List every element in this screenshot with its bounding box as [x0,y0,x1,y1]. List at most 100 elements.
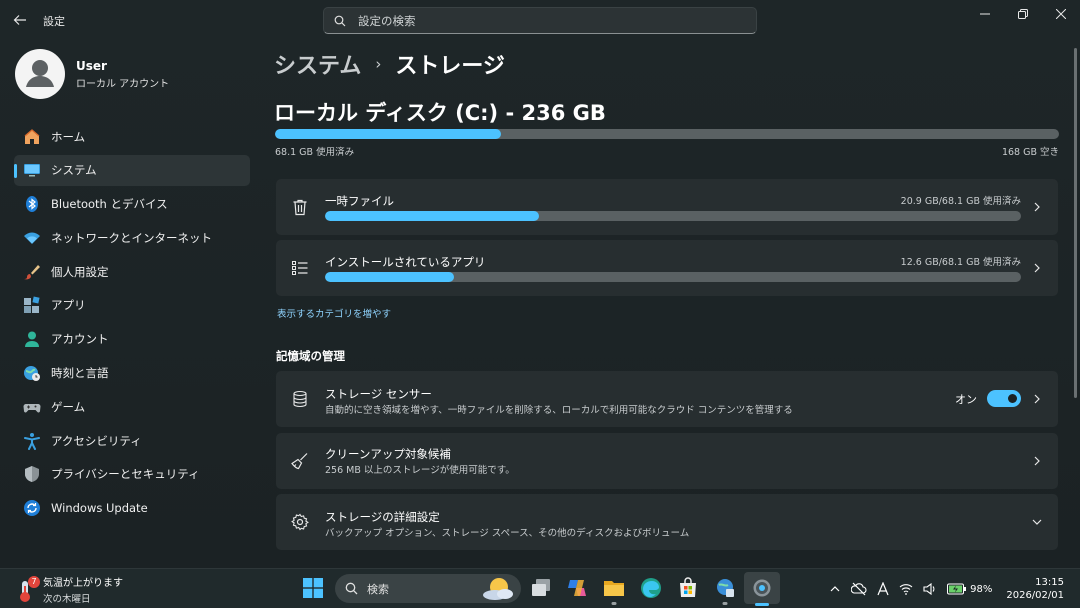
user-avatar-icon [26,60,54,87]
storage-sense-card[interactable]: ストレージ センサー 自動的に空き領域を増やす、一時ファイルを削除する、ローカル… [276,371,1058,427]
clock-time: 13:15 [1035,577,1064,588]
sidebar-nav: ホーム システム Bluetooth とデバイス ネットワークとインターネット … [14,121,250,527]
category-title: インストールされているアプリ [325,255,486,269]
chevron-right-icon [1030,392,1044,406]
settings-gear-icon [753,579,771,597]
profile-name: User [76,58,107,73]
advanced-settings-title: ストレージの詳細設定 [325,510,440,524]
wifi-icon [899,584,913,595]
disk-used-label: 68.1 GB 使用済み [275,147,355,158]
sidebar-item-label: アカウント [51,332,109,347]
taskbar-search-label: 検索 [367,582,389,596]
search-icon [334,15,346,26]
tray-overflow-button[interactable] [829,583,841,595]
taskbar-app-file-viewer[interactable] [529,576,553,600]
app-list-icon [290,258,310,278]
sidebar-item-apps[interactable]: アプリ [14,290,250,321]
tray-battery[interactable]: 98% [947,583,992,595]
edge-browser-icon [641,578,661,598]
sidebar-item-accessibility[interactable]: アクセシビリティ [14,425,250,456]
cleanup-title: クリーンアップ対象候補 [325,447,451,461]
disk-usage-fill [275,129,501,139]
taskbar-app-control-panel[interactable] [713,576,737,605]
tray-volume[interactable] [923,583,937,595]
broom-icon [290,451,310,471]
sidebar-item-personalization[interactable]: 個人用設定 [14,256,250,287]
weather-widget[interactable]: 7 気温が上がります 次の木曜日 [16,574,123,605]
accessibility-icon [23,432,41,450]
tray-wifi[interactable] [899,583,913,595]
tray-input-indicator[interactable] [877,582,889,596]
globe-clock-icon [23,364,41,382]
apps-icon [23,296,41,314]
battery-charging-icon [947,583,967,595]
shield-icon [23,465,41,483]
close-button[interactable] [1042,0,1080,28]
store-icon [680,577,696,597]
category-usage-fill [325,211,539,221]
taskbar-app-store[interactable] [676,576,700,600]
settings-search-box[interactable] [323,7,757,34]
sidebar-item-label: 時刻と言語 [51,366,109,381]
user-profile[interactable]: User ローカル アカウント [15,49,169,99]
system-icon [23,161,41,179]
weather-sun-cloud-icon [483,578,513,600]
cleanup-recommendations-card[interactable]: クリーンアップ対象候補 256 MB 以上のストレージが使用可能です。 [276,433,1058,489]
windows-logo-icon [303,578,323,598]
start-button[interactable] [303,578,323,598]
brush-icon [23,263,41,281]
sidebar-item-label: プライバシーとセキュリティ [51,467,200,482]
sidebar-item-privacy-security[interactable]: プライバシーとセキュリティ [14,459,250,490]
storage-sense-icon [290,389,310,409]
clock-date: 2026/02/01 [1006,590,1064,601]
category-card-temp-files[interactable]: 一時ファイル 20.9 GB/68.1 GB 使用済み [276,179,1058,235]
sidebar-item-gaming[interactable]: ゲーム [14,391,250,422]
window-stack-icon [532,579,550,596]
taskbar-app-file-explorer[interactable] [602,576,626,605]
sidebar-item-system[interactable]: システム [14,154,250,186]
taskbar-app-settings[interactable] [744,572,780,606]
sidebar-item-label: アクセシビリティ [51,433,142,448]
sidebar-item-label: ホーム [51,129,86,144]
breadcrumb-parent[interactable]: システム [274,48,361,80]
sidebar-item-time-language[interactable]: 時刻と言語 [14,358,250,389]
taskbar-clock[interactable]: 13:15 2026/02/01 [1006,577,1064,601]
category-card-installed-apps[interactable]: インストールされているアプリ 12.6 GB/68.1 GB 使用済み [276,240,1058,296]
taskbar-app-copilot[interactable] [565,576,589,600]
breadcrumb-separator: › [375,55,382,73]
taskbar-app-edge[interactable] [639,576,663,600]
chevron-right-icon [1030,200,1044,214]
advanced-storage-settings-card[interactable]: ストレージの詳細設定 バックアップ オプション、ストレージ スペース、その他のデ… [276,494,1058,550]
gear-icon [290,512,310,532]
sidebar-item-home[interactable]: ホーム [14,121,250,152]
weather-badge: 7 [28,575,40,588]
disk-title: ローカル ディスク (C:) - 236 GB [274,101,606,125]
show-more-categories-link[interactable]: 表示するカテゴリを増やす [277,306,391,320]
storage-sense-toggle[interactable] [987,390,1021,407]
toggle-knob [1008,394,1017,403]
ime-a-icon [877,582,889,596]
sidebar-item-label: 個人用設定 [51,264,109,279]
taskbar-search[interactable]: 検索 [335,574,521,603]
storage-sense-toggle-wrap: オン [955,390,1021,407]
trash-icon [290,197,310,217]
search-input[interactable] [358,13,738,28]
app-running-indicator [611,602,617,605]
close-icon [1056,9,1066,19]
sidebar-item-accounts[interactable]: アカウント [14,324,250,355]
back-button[interactable] [10,10,30,30]
copilot-icon [568,580,586,596]
profile-account-type: ローカル アカウント [76,78,170,90]
sidebar-item-network[interactable]: ネットワークとインターネット [14,222,250,253]
sidebar-item-bluetooth[interactable]: Bluetooth とデバイス [14,189,250,220]
sidebar-item-windows-update[interactable]: Windows Update [14,493,250,524]
restore-button[interactable] [1004,0,1042,28]
main-scrollbar[interactable] [1074,48,1077,398]
thermometer-icon: 7 [16,575,40,603]
tray-network-off[interactable] [851,582,867,596]
sidebar-item-label: アプリ [51,298,86,313]
title-bar: 設定 [0,0,1080,40]
chevron-right-icon [1030,454,1044,468]
minimize-button[interactable] [966,0,1004,28]
restore-icon [1018,9,1028,19]
